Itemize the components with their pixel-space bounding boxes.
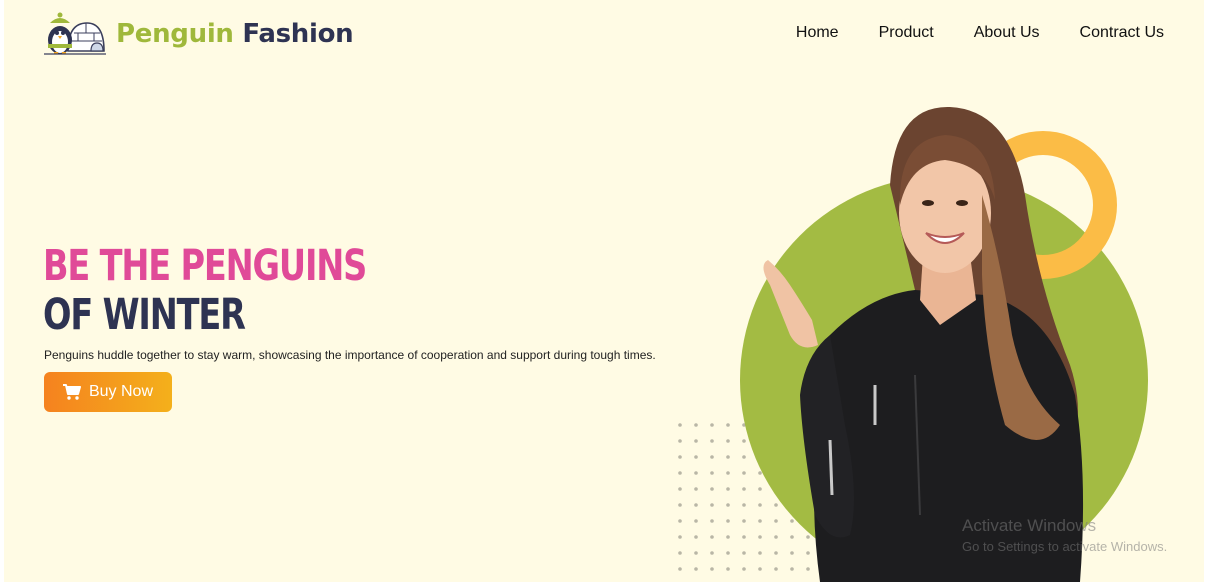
- buy-now-button[interactable]: Buy Now: [44, 372, 172, 412]
- nav-item-about-us[interactable]: About Us: [974, 24, 1040, 42]
- brand-name-part1: Penguin: [116, 19, 234, 49]
- shopping-cart-icon: [62, 384, 81, 400]
- buy-now-label: Buy Now: [88, 383, 154, 400]
- nav-item-product[interactable]: Product: [879, 24, 934, 42]
- watermark-subtitle: Go to Settings to activate Windows.: [962, 539, 1168, 554]
- windows-activation-watermark: Activate Windows Go to Settings to activ…: [962, 516, 1167, 554]
- brand-logo-link[interactable]: Penguin Fashion: [44, 11, 354, 57]
- nav-item-contract-us[interactable]: Contract Us: [1080, 24, 1164, 42]
- brand-name: Penguin Fashion: [116, 19, 354, 49]
- hero-title-line2: OF WINTER: [43, 290, 246, 340]
- landing-page: Penguin Fashion Home Product About Us Co…: [0, 0, 1207, 582]
- main-nav: Home Product About Us Contract Us: [796, 24, 1164, 42]
- watermark-title: Activate Windows: [962, 516, 1097, 535]
- penguin-igloo-icon: [44, 12, 106, 55]
- hero-description: Penguins huddle together to stay warm, s…: [44, 348, 656, 362]
- brand-name-part2: Fashion: [242, 19, 354, 49]
- hero-title-line1: BE THE PENGUINS: [43, 241, 367, 291]
- nav-item-home[interactable]: Home: [796, 24, 839, 42]
- model-in-leather-jacket-image: [678, 106, 1148, 582]
- page-edge-left: [0, 0, 4, 582]
- hero-title: BE THE PENGUINS OF WINTER: [43, 241, 367, 340]
